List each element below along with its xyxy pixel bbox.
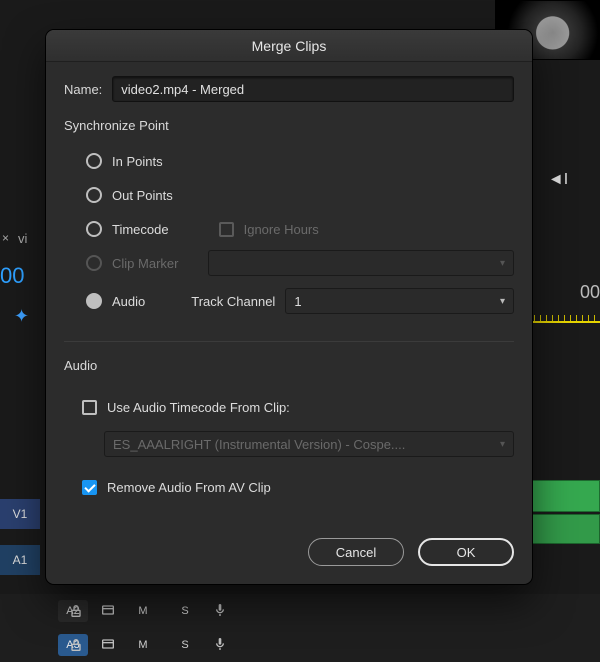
track-output-icon[interactable] bbox=[100, 602, 116, 621]
select-value: 1 bbox=[294, 294, 301, 309]
sync-group-label: Synchronize Point bbox=[64, 118, 514, 133]
radio-out-points[interactable]: Out Points bbox=[64, 181, 514, 209]
radio-icon bbox=[86, 153, 102, 169]
ignore-hours-checkbox bbox=[219, 222, 234, 237]
remove-audio-row[interactable]: Remove Audio From AV Clip bbox=[64, 473, 514, 501]
button-label: Cancel bbox=[336, 545, 376, 560]
radio-in-points[interactable]: In Points bbox=[64, 147, 514, 175]
radio-audio[interactable]: Audio Track Channel 1 ▾ bbox=[64, 287, 514, 315]
chevron-down-icon: ▾ bbox=[500, 296, 505, 307]
radio-icon bbox=[86, 187, 102, 203]
divider bbox=[64, 341, 514, 342]
audio-clip[interactable] bbox=[520, 514, 600, 544]
audio-clip-select-row: ES_AAALRIGHT (Instrumental Version) - Co… bbox=[64, 431, 514, 457]
name-label: Name: bbox=[64, 82, 102, 97]
radio-label: In Points bbox=[112, 154, 163, 169]
track-header-a1[interactable]: A1 bbox=[0, 545, 40, 575]
name-row: Name: video2.mp4 - Merged bbox=[64, 76, 514, 102]
track-channel-select[interactable]: 1 ▾ bbox=[285, 288, 514, 314]
radio-clip-marker: Clip Marker ▾ bbox=[64, 249, 514, 277]
merge-clips-dialog: Merge Clips Name: video2.mp4 - Merged Sy… bbox=[46, 30, 532, 584]
mute-button[interactable]: M bbox=[128, 634, 158, 656]
track-row-a3[interactable]: A3 M S bbox=[0, 628, 600, 662]
audio-clip[interactable] bbox=[520, 480, 600, 512]
use-audio-timecode-label: Use Audio Timecode From Clip: bbox=[107, 400, 290, 415]
select-value: ES_AAALRIGHT (Instrumental Version) - Co… bbox=[113, 437, 405, 452]
playhead-time[interactable]: 00 bbox=[0, 263, 24, 289]
chevron-down-icon: ▾ bbox=[500, 258, 505, 269]
timeline-zero-label: 00 bbox=[580, 282, 600, 303]
audio-clip-select: ES_AAALRIGHT (Instrumental Version) - Co… bbox=[104, 431, 514, 457]
track-output-icon[interactable] bbox=[100, 636, 116, 655]
sequence-name[interactable]: vi bbox=[18, 231, 27, 246]
name-input[interactable]: video2.mp4 - Merged bbox=[112, 76, 514, 102]
solo-button[interactable]: S bbox=[170, 600, 200, 622]
dialog-title-text: Merge Clips bbox=[252, 38, 327, 54]
remove-audio-label: Remove Audio From AV Clip bbox=[107, 480, 271, 495]
solo-button[interactable]: S bbox=[170, 634, 200, 656]
chevron-down-icon: ▾ bbox=[500, 439, 505, 450]
cancel-button[interactable]: Cancel bbox=[308, 538, 404, 566]
audio-group-label: Audio bbox=[64, 358, 514, 373]
radio-label: Audio bbox=[112, 294, 145, 309]
radio-icon bbox=[86, 221, 102, 237]
dialog-footer: Cancel OK bbox=[46, 538, 532, 584]
track-row-a2[interactable]: A2 M S bbox=[0, 594, 600, 628]
radio-label: Timecode bbox=[112, 222, 169, 237]
radio-timecode[interactable]: Timecode Ignore Hours bbox=[64, 215, 514, 243]
close-sequence-icon[interactable]: × bbox=[2, 231, 9, 245]
radio-label: Clip Marker bbox=[112, 256, 178, 271]
button-label: OK bbox=[457, 545, 476, 560]
timeline-ruler[interactable] bbox=[528, 315, 600, 323]
ignore-hours-label: Ignore Hours bbox=[244, 222, 319, 237]
lock-icon[interactable] bbox=[64, 637, 88, 653]
track-header-v1[interactable]: V1 bbox=[0, 499, 40, 529]
step-back-icon[interactable]: ◄I bbox=[548, 171, 568, 189]
dialog-title: Merge Clips bbox=[46, 30, 532, 62]
radio-icon-selected bbox=[86, 293, 102, 309]
name-input-value: video2.mp4 - Merged bbox=[121, 82, 244, 97]
mic-icon[interactable] bbox=[212, 602, 228, 621]
transport-controls[interactable]: ◄I bbox=[534, 166, 582, 194]
radio-label: Out Points bbox=[112, 188, 173, 203]
use-audio-timecode-checkbox[interactable] bbox=[82, 400, 97, 415]
remove-audio-checkbox[interactable] bbox=[82, 480, 97, 495]
radio-icon bbox=[86, 255, 102, 271]
lock-icon[interactable] bbox=[64, 603, 88, 619]
snap-icon[interactable]: ✦ bbox=[14, 306, 29, 327]
use-audio-timecode-row[interactable]: Use Audio Timecode From Clip: bbox=[64, 393, 514, 421]
clip-marker-select: ▾ bbox=[208, 250, 514, 276]
track-channel-label: Track Channel bbox=[191, 294, 275, 309]
ok-button[interactable]: OK bbox=[418, 538, 514, 566]
mute-button[interactable]: M bbox=[128, 600, 158, 622]
mic-icon[interactable] bbox=[212, 636, 228, 655]
